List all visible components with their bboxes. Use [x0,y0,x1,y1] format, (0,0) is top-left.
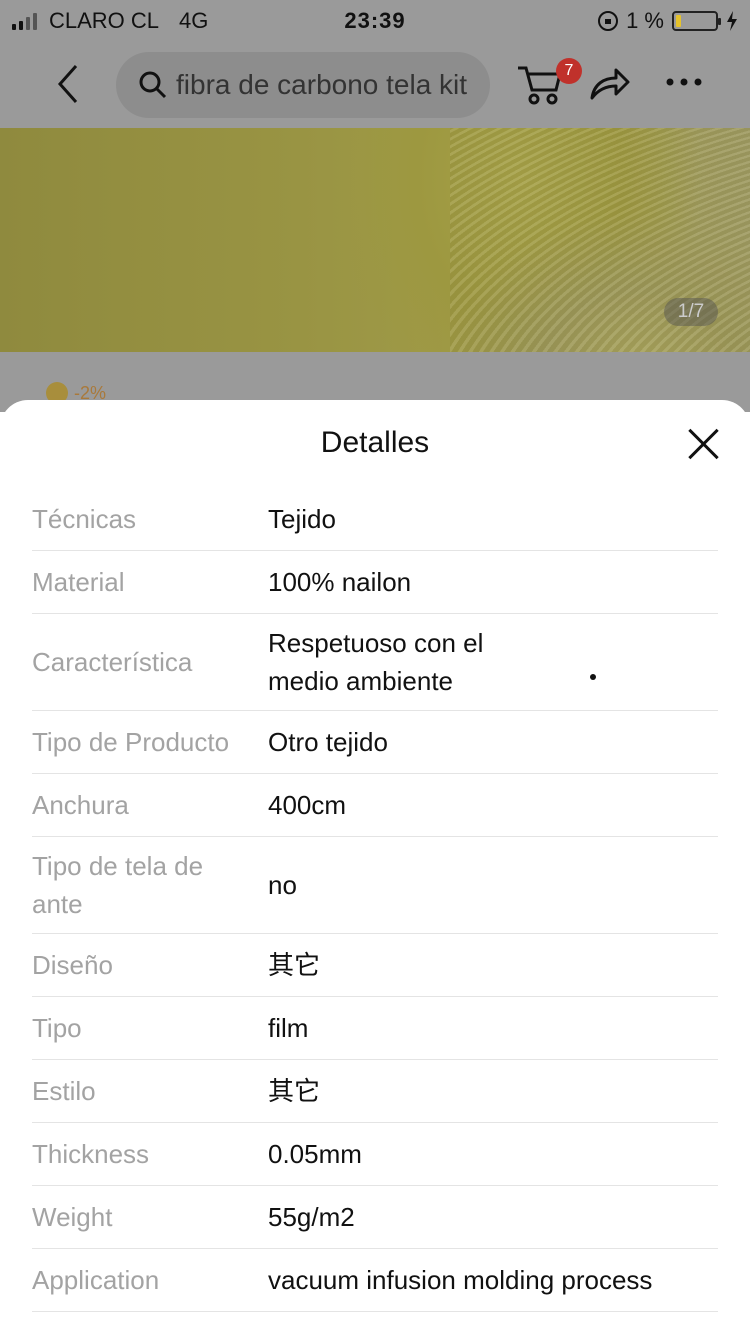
details-sheet: Detalles Técnicas Tejido Material 100% nai… [0,400,750,1334]
search-bar[interactable] [116,52,490,118]
detail-value: vacuum infusion molding process [268,1265,653,1295]
cart-count-badge: 7 [556,58,582,84]
sheet-title: Detalles [320,426,430,459]
detail-label: Application [32,1265,160,1295]
status-bar: CLARO CL 4G 23:39 1 % [0,0,750,40]
detail-row: Característica Respetuoso con el medio am… [32,614,718,711]
status-right: 1 % [598,8,738,34]
top-nav: 7 [0,40,750,128]
detail-label: Material [32,567,125,597]
close-icon[interactable] [688,428,720,460]
detail-value: 100% nailon [268,567,412,597]
detail-label: Característica [32,647,193,677]
charging-icon [727,11,737,31]
detail-label: Anchura [32,790,129,820]
detail-value: Otro tejido [268,727,388,757]
detail-row: Estilo 其它 [32,1060,718,1123]
detail-row: Tipo de Producto Otro tejido [32,711,718,774]
detail-label: Diseño [32,950,113,980]
back-icon[interactable] [50,62,90,106]
detail-row: Técnicas Tejido [32,488,718,551]
detail-label: Tipo de tela de ante [32,851,204,919]
detail-value: 400cm [268,790,347,820]
detail-row: Weight 55g/m2 [32,1186,718,1249]
detail-value: Respetuoso con el medio ambiente [268,628,484,696]
detail-label: Tipo de Producto [32,727,230,757]
detail-value: Tejido [268,504,336,534]
battery-icon [672,11,721,31]
details-table: Técnicas Tejido Material 100% nailon Carac… [32,488,718,1312]
detail-row: Diseño 其它 [32,934,718,997]
detail-value: 55g/m2 [268,1202,355,1232]
share-icon[interactable] [588,64,632,104]
stray-dot [590,674,596,680]
detail-row: Thickness 0.05mm [32,1123,718,1186]
detail-label: Tipo [32,1013,82,1043]
detail-value: film [268,1013,309,1043]
detail-row: Tipo de tela de ante no [32,837,718,934]
detail-value: 其它 [268,950,321,980]
image-counter: 1/7 [664,298,718,326]
detail-value: no [268,870,297,900]
detail-value: 0.05mm [268,1139,362,1169]
search-icon [139,71,167,99]
battery-percent: 1 % [626,8,664,33]
detail-row: Anchura 400cm [32,774,718,837]
detail-label: Técnicas [32,504,137,534]
detail-row: Material 100% nailon [32,551,718,614]
detail-value: 其它 [268,1076,321,1106]
detail-label: Weight [32,1202,113,1232]
detail-label: Thickness [32,1139,150,1169]
detail-row: Tipo film [32,997,718,1060]
more-icon[interactable] [664,70,704,94]
product-image[interactable] [0,128,750,352]
detail-row: Application vacuum infusion molding proce… [32,1249,718,1312]
rotation-lock-icon [598,11,619,31]
detail-label: Estilo [32,1076,96,1106]
search-input[interactable] [176,69,486,101]
